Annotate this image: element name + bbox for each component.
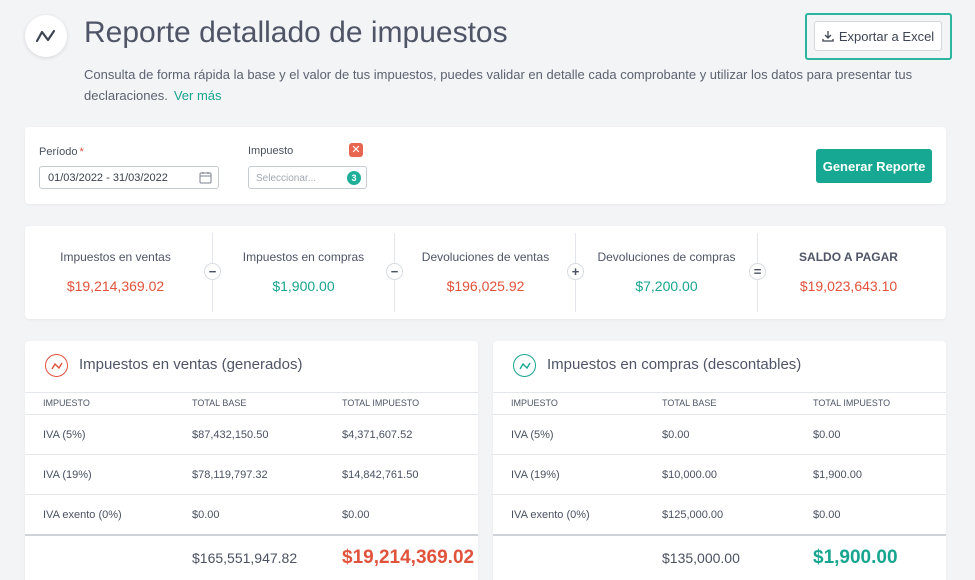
app-logo (25, 15, 67, 57)
table-header: IMPUESTO TOTAL BASE TOTAL IMPUESTO (25, 393, 478, 415)
summary-purchase-tax: Impuestos en compras $1,900.00 (213, 226, 394, 319)
summary-label: Devoluciones de ventas (421, 250, 550, 264)
summary-label: Impuestos en ventas (60, 250, 171, 264)
table-row[interactable]: IVA (5%) $87,432,150.50 $4,371,607.52 (25, 415, 478, 455)
table-total-row: $135,000.00 $1,900.00 (493, 534, 946, 580)
calendar-icon[interactable] (199, 171, 212, 184)
page-description: Consulta de forma rápida la base y el va… (84, 64, 914, 106)
period-date-range-input[interactable]: 01/03/2022 - 31/03/2022 (39, 166, 219, 189)
summary-value: $7,200.00 (635, 278, 698, 294)
cell-base: $87,432,150.50 (192, 429, 269, 441)
cell-base: $0.00 (662, 429, 690, 441)
ver-mas-link[interactable]: Ver más (174, 88, 222, 103)
summary-value: $1,900.00 (272, 278, 335, 294)
card-header: Impuestos en compras (descontables) (493, 341, 946, 393)
required-mark: * (79, 146, 84, 158)
cell-tax: IVA exento (0%) (511, 509, 590, 521)
column-header: TOTAL BASE (192, 398, 247, 408)
summary-label: SALDO A PAGAR (799, 250, 898, 264)
summary-value: $19,023,643.10 (799, 278, 898, 294)
column-header: TOTAL IMPUESTO (342, 398, 420, 408)
cell-tax: IVA (19%) (43, 469, 92, 481)
table-row[interactable]: IVA exento (0%) $0.00 $0.00 (25, 495, 478, 535)
card-title: Impuestos en ventas (generados) (79, 356, 303, 373)
tax-count-badge: 3 (347, 171, 361, 185)
card-title: Impuestos en compras (descontables) (547, 356, 802, 373)
period-label: Período * (39, 146, 84, 158)
cell-total: $0.00 (813, 509, 841, 521)
period-label-text: Período (39, 146, 78, 158)
summary-label: Impuestos en compras (242, 250, 365, 264)
cell-base: $10,000.00 (662, 469, 718, 481)
trend-icon (45, 354, 68, 377)
export-label: Exportar a Excel (838, 28, 935, 44)
sales-tax-card: Impuestos en ventas (generados) IMPUESTO… (25, 341, 478, 580)
cell-tax: IVA (5%) (43, 429, 86, 441)
filters-panel: Período * 01/03/2022 - 31/03/2022 Impuest… (25, 127, 946, 204)
download-icon (822, 31, 834, 42)
trend-icon (513, 354, 536, 377)
tax-label: Impuesto (248, 145, 294, 157)
generate-report-button[interactable]: Generar Reporte (816, 149, 932, 183)
table-row[interactable]: IVA (19%) $10,000.00 $1,900.00 (493, 455, 946, 495)
cell-tax: IVA (19%) (511, 469, 560, 481)
summary-purchase-returns: Devoluciones de compras $7,200.00 (576, 226, 757, 319)
table-total-row: $165,551,947.82 $19,214,369.02 (25, 534, 478, 580)
cell-total: $14,842,761.50 (342, 469, 419, 481)
purchase-tax-card: Impuestos en compras (descontables) IMPU… (493, 341, 946, 580)
table-row[interactable]: IVA exento (0%) $125,000.00 $0.00 (493, 495, 946, 535)
summary-value: $196,025.92 (446, 278, 525, 294)
tax-select[interactable]: Seleccionar... 3 (248, 166, 367, 189)
total-base: $165,551,947.82 (192, 550, 298, 566)
cell-total: $0.00 (342, 509, 370, 521)
table-row[interactable]: IVA (5%) $0.00 $0.00 (493, 415, 946, 455)
cell-total: $0.00 (813, 429, 841, 441)
summary-balance-due: SALDO A PAGAR $19,023,643.10 (758, 226, 939, 319)
summary-sales-returns: Devoluciones de ventas $196,025.92 (395, 226, 576, 319)
table-header: IMPUESTO TOTAL BASE TOTAL IMPUESTO (493, 393, 946, 415)
total-tax: $1,900.00 (813, 547, 898, 568)
export-excel-button[interactable]: Exportar a Excel (814, 21, 942, 51)
table-row[interactable]: IVA (19%) $78,119,797.32 $14,842,761.50 (25, 455, 478, 495)
cell-tax: IVA exento (0%) (43, 509, 122, 521)
page-title: Reporte detallado de impuestos (84, 16, 508, 49)
summary-value: $19,214,369.02 (66, 278, 165, 294)
tax-summary: Impuestos en ventas $19,214,369.02 − Imp… (25, 226, 946, 319)
total-base: $135,000.00 (662, 550, 740, 566)
cell-base: $125,000.00 (662, 509, 724, 521)
cell-total: $1,900.00 (813, 469, 862, 481)
card-header: Impuestos en ventas (generados) (25, 341, 478, 393)
cell-base: $78,119,797.32 (192, 469, 268, 481)
cell-tax: IVA (5%) (511, 429, 554, 441)
export-highlight: Exportar a Excel (805, 13, 952, 60)
clear-tax-button[interactable]: ✕ (349, 143, 363, 157)
cell-total: $4,371,607.52 (342, 429, 413, 441)
column-header: IMPUESTO (43, 398, 90, 408)
total-tax: $19,214,369.02 (342, 547, 475, 568)
period-value: 01/03/2022 - 31/03/2022 (48, 172, 168, 184)
column-header: IMPUESTO (511, 398, 558, 408)
trend-icon (35, 29, 56, 43)
summary-label: Devoluciones de compras (597, 250, 736, 264)
column-header: TOTAL IMPUESTO (813, 398, 891, 408)
summary-sales-tax: Impuestos en ventas $19,214,369.02 (25, 226, 206, 319)
tax-placeholder: Seleccionar... (256, 173, 317, 184)
cell-base: $0.00 (192, 509, 220, 521)
column-header: TOTAL BASE (662, 398, 717, 408)
